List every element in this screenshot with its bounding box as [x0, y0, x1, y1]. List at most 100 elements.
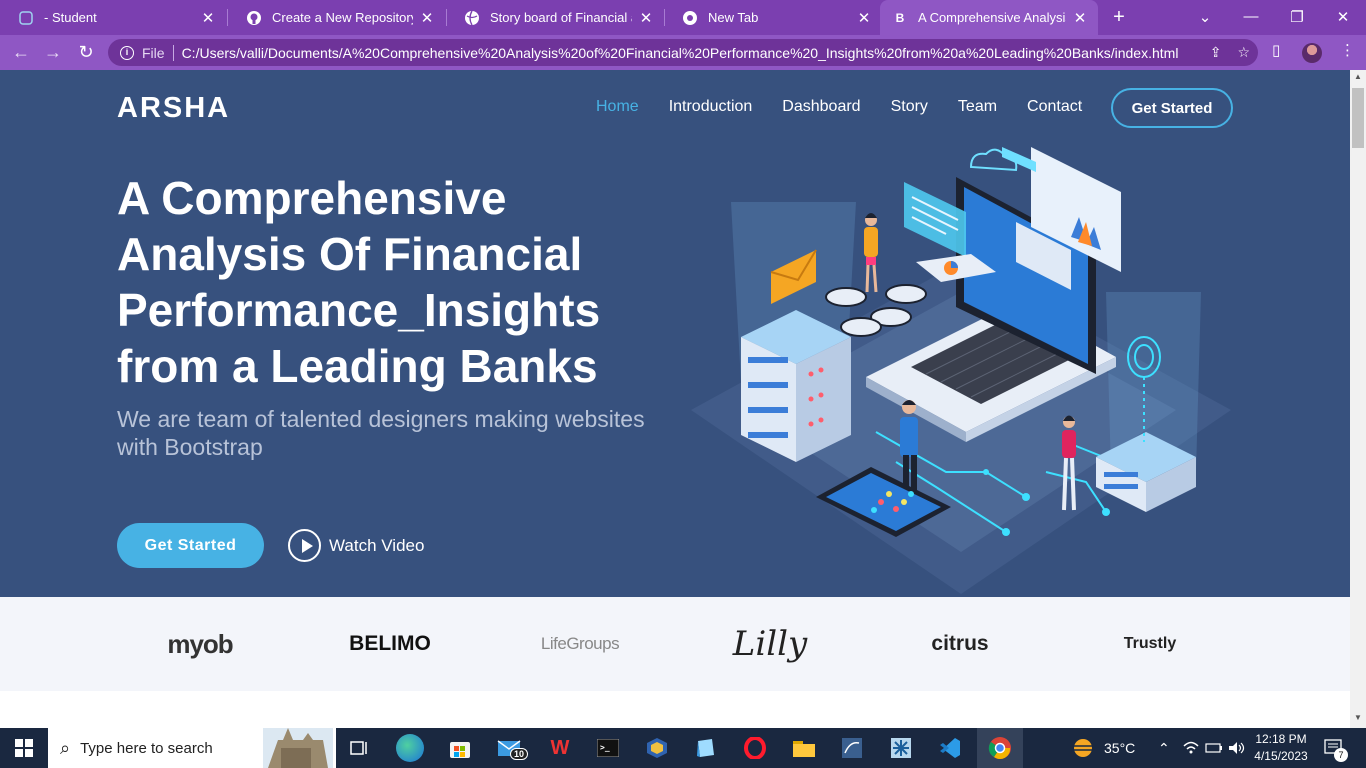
virtualbox-icon[interactable] [643, 734, 671, 762]
snowflake-app-icon[interactable] [887, 734, 915, 762]
back-icon[interactable]: ← [10, 41, 32, 63]
tab-label: Story board of Financial analy [490, 10, 632, 25]
close-tab-icon[interactable]: ✕ [1072, 9, 1088, 27]
share-icon[interactable]: ⇪ [1210, 44, 1222, 61]
nav-contact[interactable]: Contact [1027, 98, 1082, 116]
system-clock[interactable]: 12:18 PM 4/15/2023 [1250, 731, 1312, 765]
minimize-button[interactable]: — [1228, 0, 1274, 33]
opera-icon[interactable] [741, 734, 769, 762]
show-hidden-icons-chevron[interactable]: ⌃ [1158, 728, 1170, 768]
get-started-button[interactable]: Get Started [117, 523, 264, 568]
mysql-workbench-icon[interactable] [838, 734, 866, 762]
search-highlight-image [263, 728, 333, 768]
info-icon[interactable]: i [120, 45, 134, 60]
classroom-icon [18, 10, 34, 26]
client-logo-myob: myob [167, 628, 233, 659]
close-window-button[interactable]: ✕ [1320, 0, 1366, 33]
bookmark-star-icon[interactable]: ☆ [1237, 44, 1250, 61]
new-tab-button[interactable]: + [1108, 6, 1130, 28]
hero-illustration [691, 147, 1231, 594]
tab-comprehensive-analysis[interactable]: B A Comprehensive Analysis Of ✕ [880, 0, 1098, 35]
client-logo-lilly: Lilly [732, 624, 808, 664]
play-circle-icon[interactable] [288, 529, 321, 562]
scroll-down-arrow[interactable]: ▼ [1350, 713, 1366, 722]
edge-icon[interactable] [396, 734, 424, 762]
tab-label: New Tab [708, 10, 759, 25]
restore-button[interactable]: ❐ [1274, 0, 1320, 33]
close-tab-icon[interactable]: ✕ [200, 9, 216, 27]
weather-widget[interactable]: 35°C [1070, 728, 1135, 768]
watch-video-link[interactable]: Watch Video [288, 529, 424, 562]
close-tab-icon[interactable]: ✕ [638, 9, 654, 27]
wifi-icon[interactable] [1183, 728, 1199, 768]
address-bar-row: ← → ↻ i File C:/Users/valli/Documents/A%… [0, 35, 1366, 70]
nav-home[interactable]: Home [596, 98, 639, 116]
chrome-taskbar-icon[interactable] [986, 734, 1014, 762]
tab-label: - Student [44, 10, 97, 25]
windows-start-icon[interactable] [0, 728, 48, 768]
client-logo-lifegroups: LifeGroups [540, 634, 620, 653]
battery-icon[interactable] [1205, 728, 1223, 768]
page-viewport: ARSHA Home Introduction Dashboard Story … [0, 70, 1350, 728]
browser-menu-icon[interactable]: ⋮ [1340, 41, 1355, 59]
globe-icon [464, 10, 480, 26]
bootstrap-icon: B [895, 10, 905, 25]
close-tab-icon[interactable]: ✕ [856, 9, 872, 27]
client-logo-trustly: Trustly [1123, 635, 1177, 652]
scheme-label: File [142, 44, 165, 61]
microsoft-store-icon[interactable] [446, 734, 474, 762]
chrome-icon [682, 10, 698, 26]
side-panel-icon[interactable]: ▯ [1272, 41, 1280, 59]
browser-tab-bar: - Student ✕ Create a New Repository ✕ St… [0, 0, 1366, 35]
vscode-icon[interactable] [936, 734, 964, 762]
notepad-icon[interactable] [692, 734, 720, 762]
tab-create-repository[interactable]: Create a New Repository ✕ [228, 0, 445, 35]
svg-text:>_: >_ [600, 743, 610, 752]
weather-temp: 35°C [1104, 740, 1136, 756]
github-icon [246, 10, 262, 26]
volume-icon[interactable] [1228, 728, 1246, 768]
windows-taskbar: ⌕ Type here to search 10 W >_ 35°C ⌃ 12:… [0, 728, 1366, 768]
scroll-thumb[interactable] [1352, 88, 1364, 148]
tab-story-board[interactable]: Story board of Financial analy ✕ [446, 0, 664, 35]
main-nav: Home Introduction Dashboard Story Team C… [596, 98, 1082, 116]
tab-label: Create a New Repository [272, 10, 413, 25]
reload-icon[interactable]: ↻ [75, 41, 97, 63]
mail-badge: 10 [510, 748, 529, 760]
hero-subtitle: We are team of talented designers making… [117, 406, 645, 460]
page-scrollbar[interactable]: ▲ ▼ [1350, 70, 1366, 728]
forward-icon[interactable]: → [42, 41, 64, 63]
tab-student[interactable]: - Student ✕ [0, 0, 226, 35]
taskbar-search-box[interactable]: ⌕ Type here to search [48, 728, 336, 768]
tab-label: A Comprehensive Analysis Of [918, 10, 1066, 25]
site-logo[interactable]: ARSHA [117, 92, 230, 125]
clock-date: 4/15/2023 [1254, 749, 1308, 763]
scroll-up-arrow[interactable]: ▲ [1350, 72, 1366, 81]
nav-dashboard[interactable]: Dashboard [782, 98, 860, 116]
url-text[interactable]: C:/Users/valli/Documents/A%20Comprehensi… [182, 45, 1182, 61]
tab-search-button[interactable]: ⌄ [1182, 0, 1228, 33]
task-view-icon[interactable] [346, 734, 374, 762]
search-icon: ⌕ [60, 737, 71, 758]
file-explorer-icon[interactable] [790, 734, 818, 762]
notification-badge: 7 [1334, 748, 1348, 762]
nav-story[interactable]: Story [891, 98, 928, 116]
tab-new-tab[interactable]: New Tab ✕ [664, 0, 882, 35]
sun-icon [1074, 739, 1092, 757]
address-bar[interactable]: i File C:/Users/valli/Documents/A%20Comp… [108, 39, 1258, 66]
client-logo-belimo: BELIMO [349, 632, 431, 655]
client-logo-citrus: citrus [931, 632, 989, 655]
nav-team[interactable]: Team [958, 98, 997, 116]
clock-time: 12:18 PM [1255, 732, 1307, 746]
nav-introduction[interactable]: Introduction [669, 98, 753, 116]
watch-video-label[interactable]: Watch Video [329, 536, 424, 556]
nav-get-started-button[interactable]: Get Started [1111, 88, 1233, 128]
mail-icon[interactable]: 10 [496, 734, 529, 762]
terminal-icon[interactable]: >_ [594, 734, 622, 762]
close-tab-icon[interactable]: ✕ [419, 9, 435, 27]
wps-office-icon[interactable]: W [546, 734, 574, 762]
hero-title: A Comprehensive Analysis Of Financial Pe… [117, 172, 601, 392]
notifications-icon[interactable]: 7 [1324, 728, 1348, 768]
profile-avatar[interactable] [1302, 43, 1322, 63]
hero-section: ARSHA Home Introduction Dashboard Story … [0, 70, 1350, 597]
